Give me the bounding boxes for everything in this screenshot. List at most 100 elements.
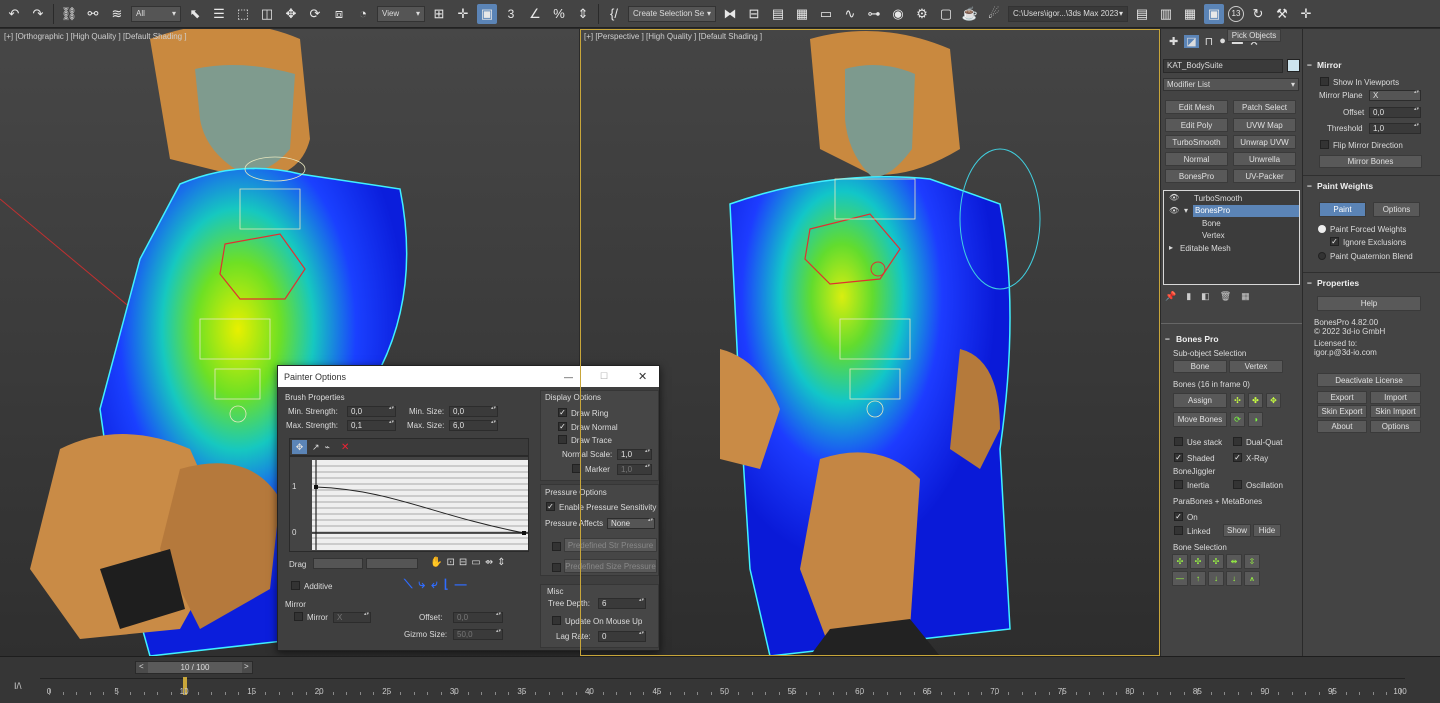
selection-filter-select[interactable]: All ▾ [131, 5, 181, 22]
paint-weights-title[interactable]: Paint Weights [1317, 181, 1373, 191]
bone-subobject-button[interactable]: Bone [1173, 360, 1227, 373]
dialog-titlebar[interactable]: Painter Options — ☐ ✕ [278, 366, 659, 387]
marker-spinner[interactable]: 1,0 [617, 464, 652, 475]
mirror-plane-select[interactable]: X [1369, 90, 1421, 101]
unwrella-button[interactable]: Unwrella [1233, 152, 1296, 166]
predefined-str-pressure-button[interactable]: Predefined Str Pressure [564, 538, 657, 552]
enable-pressure-checkbox[interactable]: ✓ [546, 502, 555, 511]
scale-point-icon[interactable]: ↗ [312, 442, 320, 453]
make-unique-icon[interactable]: ◧ [1201, 291, 1210, 302]
pin-stack-icon[interactable]: 📌 [1165, 291, 1176, 302]
zoom-extents-icon[interactable]: ⊡ [446, 557, 454, 568]
rectangular-selection-icon[interactable]: ⬚ [233, 4, 253, 24]
insert-point-icon[interactable]: ⌁ [325, 442, 330, 453]
edit-mesh-button[interactable]: Edit Mesh [1165, 100, 1228, 114]
viewport-perspective[interactable]: [+] [Perspective ] [High Quality ] [Defa… [580, 29, 1160, 656]
import-button[interactable]: Import [1370, 391, 1421, 404]
close-icon[interactable]: ✕ [638, 370, 647, 383]
move-icon[interactable]: ✥ [281, 4, 301, 24]
select-vertical-icon[interactable]: ⇳ [1244, 554, 1260, 569]
collapse-icon[interactable]: ▾ [1184, 206, 1188, 215]
uvw-map-button[interactable]: UVW Map [1233, 118, 1296, 132]
move-point-icon[interactable]: ✥ [292, 440, 307, 454]
eye-icon[interactable]: 👁 [1169, 193, 1179, 202]
place-icon[interactable]: ◔ [353, 4, 373, 24]
painter-options-dialog[interactable]: Painter Options — ☐ ✕ Brush Properties M… [277, 365, 660, 651]
object-name-field[interactable]: KAT_BodySuite [1163, 59, 1283, 73]
edit-poly-button[interactable]: Edit Poly [1165, 118, 1228, 132]
about-button[interactable]: About [1317, 420, 1367, 433]
rendered-frame-icon[interactable]: ▢ [936, 4, 956, 24]
vertex-subobject-button[interactable]: Vertex [1229, 360, 1283, 373]
motion-tab-icon[interactable]: ● [1219, 35, 1226, 48]
object-color-swatch[interactable] [1287, 59, 1300, 72]
select-invert-icon[interactable]: ✣ [1208, 554, 1224, 569]
skin-import-button[interactable]: Skin Import [1370, 405, 1421, 418]
patch-select-button[interactable]: Patch Select [1233, 100, 1296, 114]
stack-item-bonespro[interactable]: BonesPro [1195, 206, 1230, 215]
key-filters-icon[interactable]: I/\ [14, 681, 22, 691]
percent-snap-icon[interactable]: % [549, 4, 569, 24]
pivot-icon[interactable]: ⊞ [429, 4, 449, 24]
draw-normal-checkbox[interactable]: ✓ [558, 422, 567, 431]
unlink-icon[interactable]: ⚯ [83, 4, 103, 24]
undo-icon[interactable]: ↶ [4, 4, 24, 24]
rollout-collapse-icon[interactable]: − [1307, 181, 1312, 191]
maximize-icon[interactable]: ☐ [600, 371, 608, 382]
redo-icon[interactable]: ↷ [28, 4, 48, 24]
zoom-region-icon[interactable]: ▭ [471, 557, 480, 568]
pressure-affects-select[interactable]: None [607, 518, 655, 529]
material-editor-icon[interactable]: ◉ [888, 4, 908, 24]
rollout-collapse-icon[interactable]: − [1165, 334, 1170, 344]
use-stack-checkbox[interactable] [1174, 437, 1183, 446]
reference-coordinate-select[interactable]: View ▾ [377, 5, 425, 22]
angle-snap-icon[interactable]: ∠ [525, 4, 545, 24]
preset-sharp-icon[interactable]: ⌊ [444, 577, 449, 592]
create-tab-icon[interactable]: ✚ [1169, 35, 1178, 48]
unwrap-uvw-button[interactable]: Unwrap UVW [1233, 135, 1296, 149]
max-size-spinner[interactable]: 6,0 [449, 420, 498, 431]
badge-icon[interactable]: 13 [1228, 5, 1244, 22]
select-by-name-icon[interactable]: ☰ [209, 4, 229, 24]
minimize-icon[interactable]: — [564, 372, 573, 382]
select-parent-icon[interactable]: ↑ [1190, 571, 1206, 586]
additive-checkbox[interactable] [291, 581, 300, 590]
shaded-checkbox[interactable]: ✓ [1174, 453, 1183, 462]
refresh-icon[interactable]: ↻ [1248, 4, 1268, 24]
timeline[interactable]: < 10 / 100 > I/\ 05101520253035404550556… [0, 656, 1440, 703]
turbosmooth-button[interactable]: TurboSmooth [1165, 135, 1228, 149]
preset-ease-icon[interactable]: ⤶ [431, 577, 438, 592]
hierarchy-tab-icon[interactable]: ⊓ [1205, 35, 1214, 48]
marker-checkbox[interactable] [572, 464, 581, 473]
inertia-checkbox[interactable] [1174, 480, 1183, 489]
select-down-icon[interactable]: ↓ [1226, 571, 1242, 586]
rollout-collapse-icon[interactable]: − [1307, 60, 1312, 70]
ignore-exclusions-checkbox[interactable]: ✓ [1330, 237, 1339, 246]
snap-3d-icon[interactable]: 3 [501, 4, 521, 24]
stack-item-editable-mesh[interactable]: Editable Mesh [1180, 244, 1231, 253]
scene-explorer-icon[interactable]: ▤ [768, 4, 788, 24]
bonespro-toolbar-icon[interactable]: ▣ [1204, 3, 1224, 24]
bone-assign-icon[interactable]: ✣ [1230, 393, 1245, 408]
draw-ring-checkbox[interactable]: ✓ [558, 408, 567, 417]
expand-icon[interactable]: ▸ [1169, 243, 1173, 252]
stack-item-vertex[interactable]: Vertex [1202, 231, 1225, 240]
pick-objects-button[interactable]: Pick Objects [1227, 29, 1281, 42]
prev-frame-icon[interactable]: < [139, 662, 144, 671]
predef-size-checkbox[interactable] [552, 563, 561, 572]
modifier-list-select[interactable]: Modifier List ▾ [1163, 78, 1299, 91]
tree-depth-spinner[interactable]: 6 [598, 598, 646, 609]
threshold-spinner[interactable]: 1,0 [1369, 123, 1421, 134]
create-selection-set-select[interactable]: Create Selection Se ▾ [628, 5, 716, 22]
show-end-result-icon[interactable]: ▮ [1186, 291, 1191, 302]
mirror-axis-select[interactable]: X [333, 612, 371, 623]
properties-options-button[interactable]: Options [1370, 420, 1421, 433]
predefined-size-pressure-button[interactable]: Predefined Size Pressure [564, 559, 657, 573]
properties-title[interactable]: Properties [1317, 278, 1359, 288]
pressure-curve[interactable] [312, 460, 528, 550]
select-object-icon[interactable]: ⬉ [185, 4, 205, 24]
project-path-field[interactable]: C:\Users\igor...\3ds Max 2023 ▾ [1008, 5, 1128, 22]
curve-y-field[interactable] [366, 558, 418, 569]
deactivate-license-button[interactable]: Deactivate License [1317, 373, 1421, 387]
paint-options-button[interactable]: Options [1373, 202, 1420, 217]
